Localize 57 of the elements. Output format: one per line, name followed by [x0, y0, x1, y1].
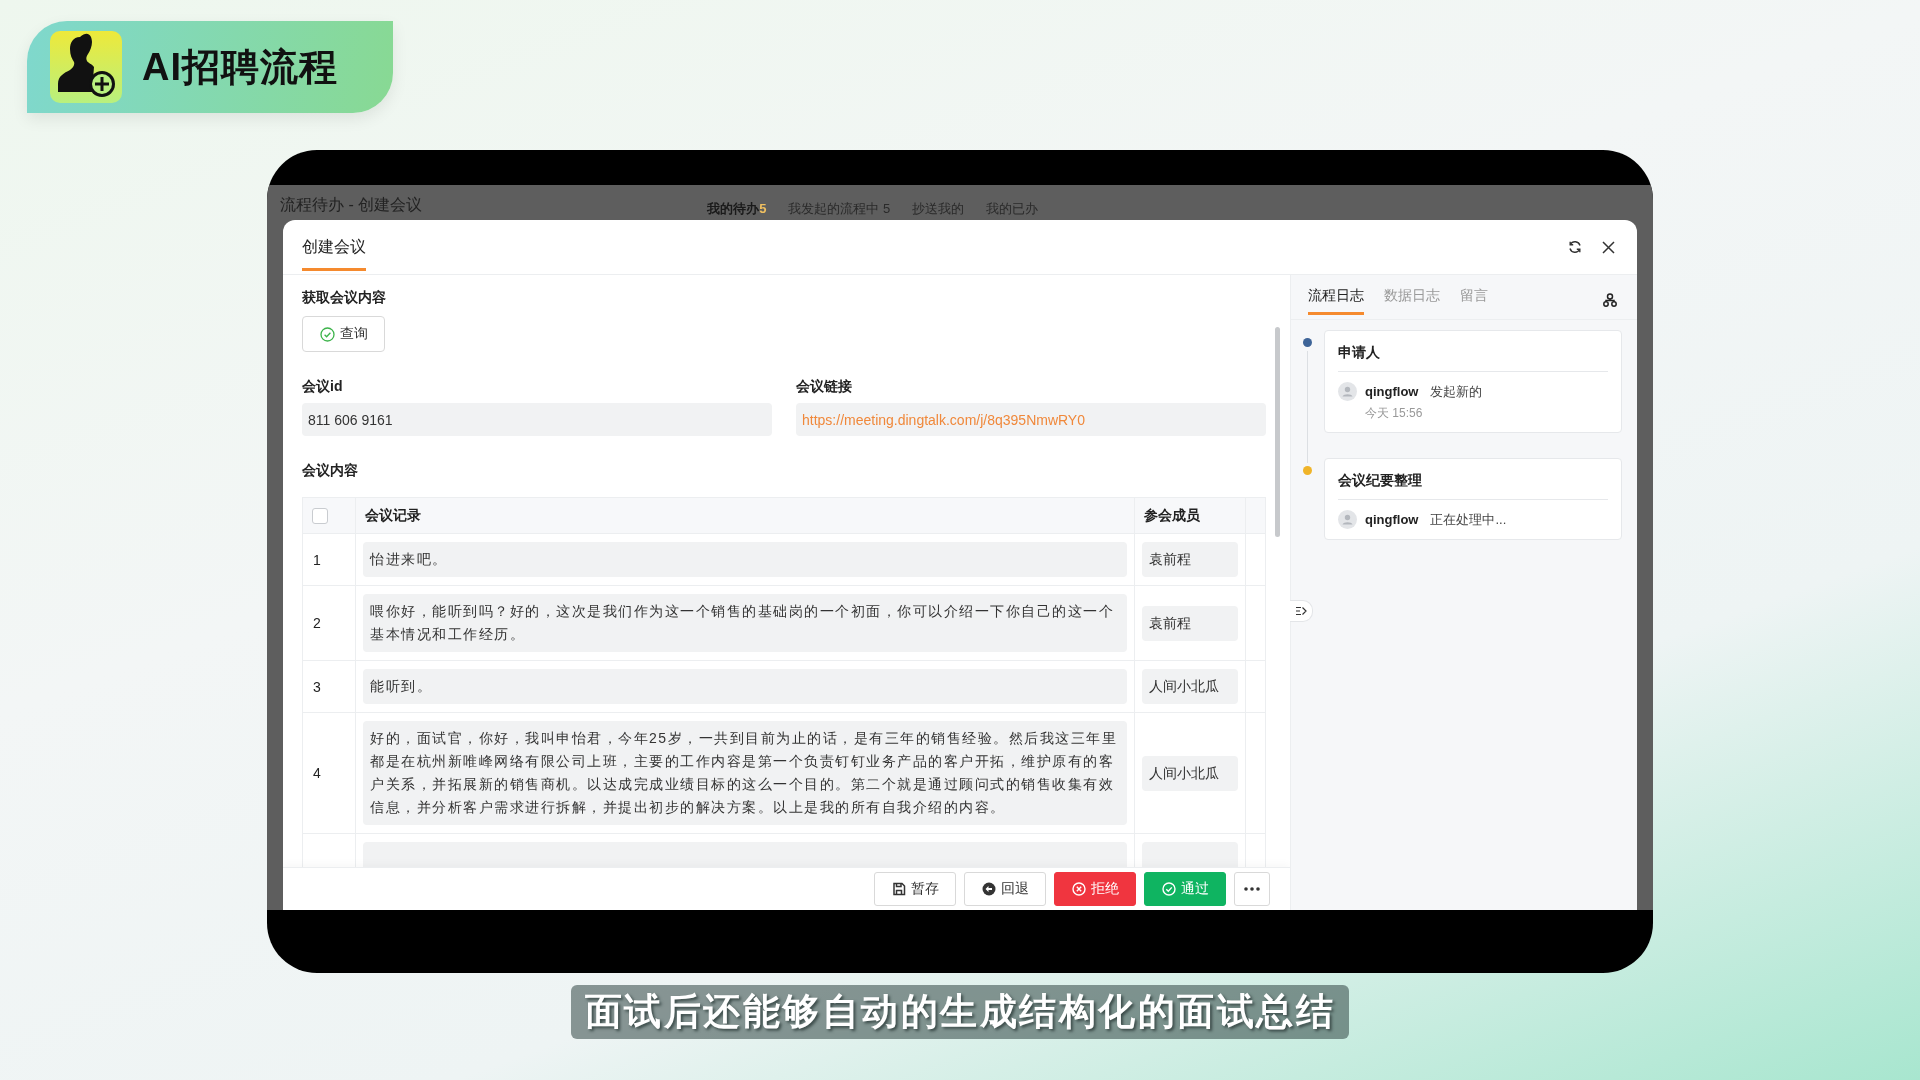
column-header: 参会成员 [1134, 497, 1246, 534]
member-cell: 人间小北瓜 [1142, 755, 1238, 791]
scrollbar[interactable] [1275, 327, 1280, 537]
more-button[interactable] [1234, 872, 1270, 906]
action-text: 正在处理中... [1430, 510, 1507, 529]
add-user-icon [50, 31, 122, 103]
close-icon[interactable] [1602, 240, 1615, 254]
record-cell: 怡进来吧。 [363, 542, 1127, 577]
member-cell: 人间小北瓜 [1142, 669, 1238, 704]
save-icon [891, 882, 906, 896]
check-circle-icon [1161, 882, 1176, 896]
timestamp: 今天 15:56 [1365, 405, 1424, 422]
action-button[interactable]: 暂存 [874, 872, 956, 906]
column-header: 会议记录 [355, 497, 1135, 534]
row-number: 1 [302, 533, 356, 586]
input-field[interactable]: 811 606 9161 [302, 403, 772, 436]
action-button[interactable]: 拒绝 [1054, 872, 1136, 906]
avatar-icon [1338, 510, 1357, 529]
query-button[interactable]: 查询 [302, 316, 385, 352]
back-icon [981, 882, 996, 896]
refresh-icon[interactable] [1568, 240, 1582, 254]
record-cell: 好的，面试官，你好，我叫申怡君，今年25岁，一共到目前为止的话，是有三年的销售经验。然后我这三年里都是在杭州新唯峰网络有限公司上班，主要的工作内容是第一个负责钉钉业务产品的客户开拓，维护原有的客户关系，并拓展新的销售商机。以达成完成业绩目标的这么一个目的。第二个就是通过顾问式的销售收集有效信息，并分析客户需求进行拆解，并提出初步的解决方案。以上是我的所有自我介绍的内容。 [363, 721, 1127, 825]
page-tab[interactable]: 我的待办5 [707, 201, 767, 217]
panel-tab[interactable]: 流程日志 [1308, 287, 1364, 315]
section-label: 会议内容 [302, 461, 359, 480]
action-button[interactable]: 通过 [1144, 872, 1226, 906]
org-chart-icon[interactable] [1603, 293, 1617, 307]
close-circle-icon [1071, 882, 1086, 896]
check-circle-icon [319, 326, 335, 342]
step-title: 会议纪要整理 [1338, 472, 1608, 500]
page-title: 流程待办 - 创建会议 [280, 196, 423, 214]
expand-toggle[interactable] [1290, 600, 1313, 622]
panel-tab[interactable]: 留言 [1460, 287, 1488, 315]
subtitle: 面试后还能够自动的生成结构化的面试总结 [570, 985, 1350, 1039]
record-cell: 喂你好，能听到吗？好的，这次是我们作为这一个销售的基础岗的一个初面，你可以介绍一下你自己的这一个基本情况和工作经历。 [363, 594, 1127, 652]
row-number: 2 [302, 585, 356, 661]
checkbox[interactable] [312, 507, 328, 524]
row-number: 3 [302, 660, 356, 713]
avatar-icon [1338, 382, 1357, 401]
section-label: 获取会议内容 [302, 288, 387, 307]
link-field[interactable]: https://meeting.dingtalk.com/j/8q395NmwRY0 [796, 403, 1266, 436]
expand-icon [1295, 606, 1307, 616]
action-button[interactable]: 回退 [964, 872, 1046, 906]
more-icon [1244, 887, 1260, 891]
field-label: 会议id [302, 377, 344, 396]
member-cell: 袁前程 [1142, 542, 1238, 577]
record-cell: 能听到。 [363, 669, 1127, 704]
panel-tab[interactable]: 数据日志 [1384, 287, 1440, 315]
member-cell: 袁前程 [1142, 605, 1238, 641]
user-name: qingflow [1365, 384, 1419, 399]
badge-title: AI招聘流程 [142, 44, 338, 90]
field-label: 会议链接 [796, 377, 853, 396]
step-title: 申请人 [1338, 344, 1608, 372]
row-number: 4 [302, 712, 356, 834]
action-text: 发起新的 [1430, 382, 1483, 401]
user-name: qingflow [1365, 512, 1419, 527]
modal-title: 创建会议 [302, 233, 366, 271]
